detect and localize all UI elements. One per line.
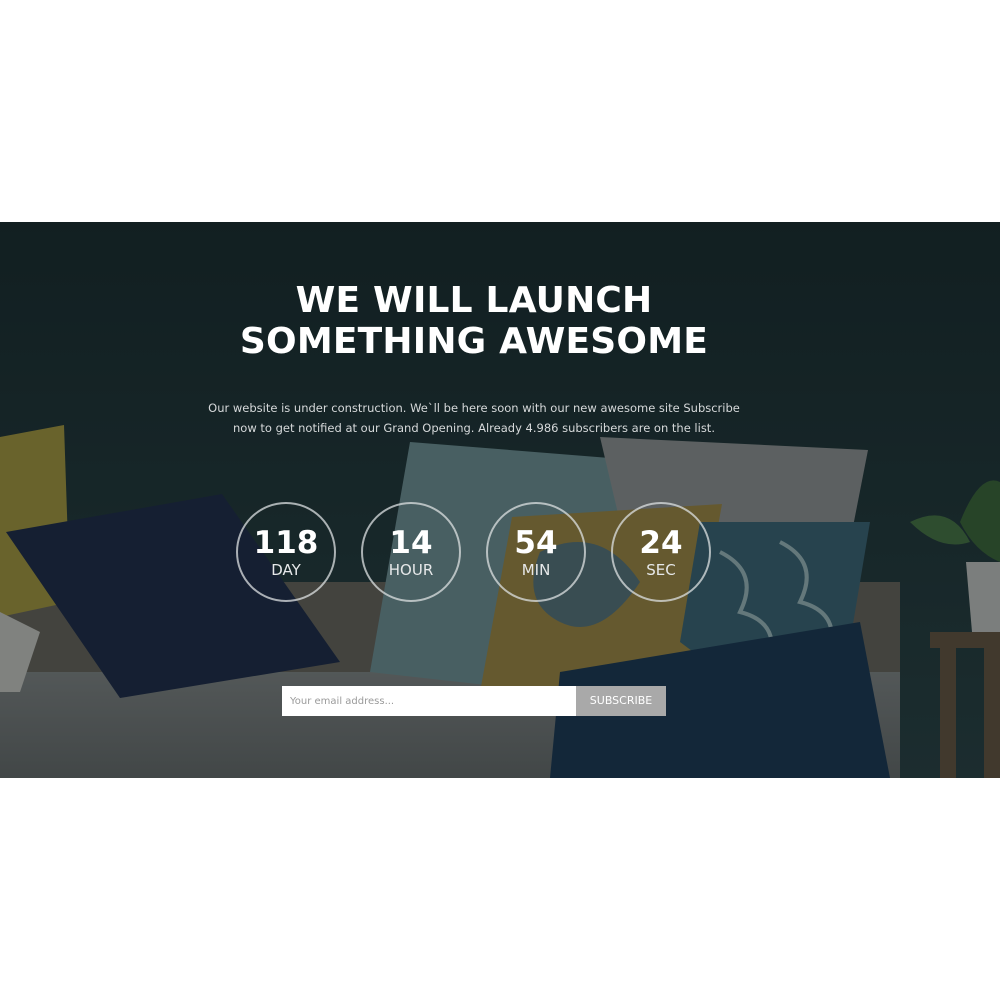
countdown-timer: 118 DAY 14 HOUR 54 MIN 24 SEC	[236, 502, 716, 602]
email-field[interactable]	[282, 686, 576, 716]
countdown-hours: 14 HOUR	[361, 502, 461, 602]
countdown-hours-label: HOUR	[388, 561, 434, 579]
headline-line-1: WE WILL LAUNCH	[295, 280, 653, 321]
countdown-minutes-label: MIN	[521, 561, 551, 579]
countdown-days-label: DAY	[271, 561, 301, 579]
headline-line-2: SOMETHING AWESOME	[239, 321, 709, 362]
countdown-days-value: 118	[253, 525, 319, 561]
countdown-seconds: 24 SEC	[611, 502, 711, 602]
countdown-seconds-value: 24	[639, 525, 683, 561]
description-text: Our website is under construction. We`ll…	[208, 401, 740, 435]
countdown-days: 118 DAY	[236, 502, 336, 602]
subscribe-button[interactable]: SUBSCRIBE	[576, 686, 666, 716]
subscribe-form: SUBSCRIBE	[282, 686, 666, 716]
countdown-minutes-value: 54	[514, 525, 558, 561]
page-title: WE WILL LAUNCH SOMETHING AWESOME	[0, 280, 1000, 362]
page: WE WILL LAUNCH SOMETHING AWESOME Our web…	[0, 0, 1000, 1000]
hero-section: WE WILL LAUNCH SOMETHING AWESOME Our web…	[0, 222, 1000, 778]
countdown-seconds-label: SEC	[646, 561, 676, 579]
countdown-minutes: 54 MIN	[486, 502, 586, 602]
countdown-hours-value: 14	[389, 525, 433, 561]
